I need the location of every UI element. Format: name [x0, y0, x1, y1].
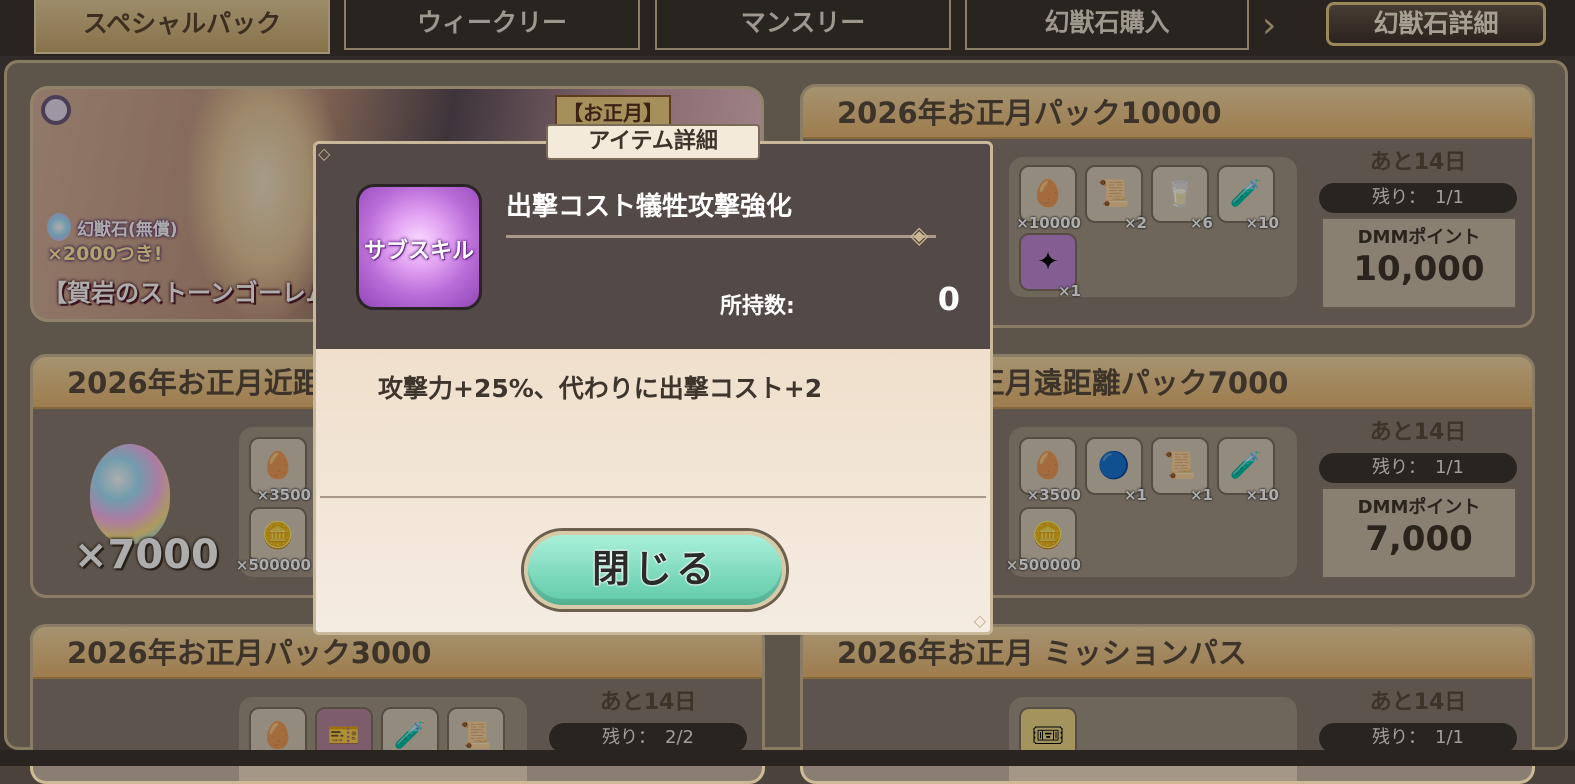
corner-ornament-icon: ◇: [318, 144, 331, 163]
owned-count: 0: [937, 280, 960, 318]
dialog-title: アイテム詳細: [546, 124, 760, 160]
item-detail-dialog: サブスキル 出撃コスト犠牲攻撃強化 ◈ 所持数: 0 攻撃力+25%、代わりに出…: [313, 141, 993, 635]
divider: [506, 235, 936, 238]
ornament-icon: ◈: [910, 221, 929, 249]
sub-skill-icon: サブスキル: [356, 184, 482, 310]
item-description: 攻撃力+25%、代わりに出撃コスト+2: [378, 374, 823, 403]
dialog-body: 攻撃力+25%、代わりに出撃コスト+2 閉じる: [316, 349, 990, 632]
close-button[interactable]: 閉じる: [524, 531, 786, 609]
divider: [320, 496, 986, 498]
owned-label: 所持数:: [720, 294, 795, 319]
corner-ornament-icon: ◇: [973, 611, 986, 630]
dialog-header: サブスキル 出撃コスト犠牲攻撃強化 ◈ 所持数: 0: [316, 144, 990, 349]
item-name: 出撃コスト犠牲攻撃強化: [506, 192, 793, 222]
